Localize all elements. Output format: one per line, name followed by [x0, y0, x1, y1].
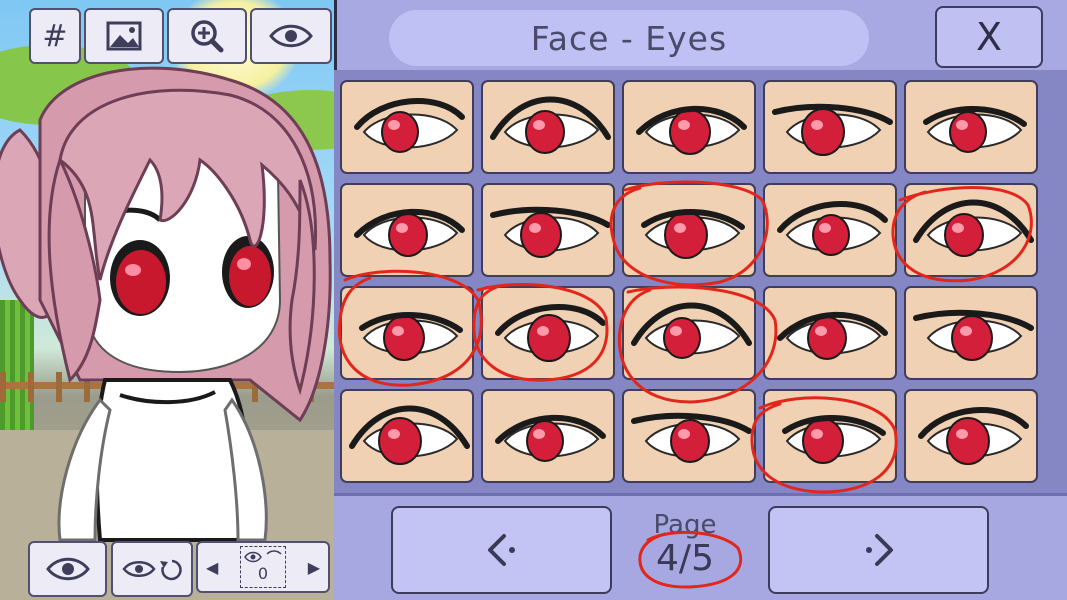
eye-style-icon [777, 311, 888, 360]
next-page-button[interactable] [768, 506, 989, 594]
eye-option-16[interactable] [340, 389, 474, 483]
eye-style-icon [631, 412, 752, 463]
eye-option-11[interactable] [340, 286, 474, 380]
zoom-button[interactable] [167, 8, 247, 64]
eye-style-icon [641, 209, 745, 259]
eye-style-icon [913, 199, 1034, 257]
grid-button-label: # [42, 18, 68, 54]
eye-style-icon [631, 302, 752, 359]
close-button[interactable]: X [935, 6, 1043, 68]
eye-option-18[interactable] [622, 389, 756, 483]
eye-style-icon [782, 415, 886, 464]
eye-style-icon [923, 106, 1027, 153]
layer-indicator: 0 [240, 546, 286, 588]
panel-title: Face - Eyes [389, 10, 869, 66]
grid-button[interactable]: # [29, 8, 81, 64]
eye-icon [269, 24, 313, 48]
eye-option-13[interactable] [622, 286, 756, 380]
eye-option-19[interactable] [763, 389, 897, 483]
eye-option-6[interactable] [340, 183, 474, 277]
eye-style-icon [772, 103, 893, 156]
eye-style-icon [777, 201, 888, 256]
character-figure [0, 66, 332, 542]
reset-view-button[interactable] [111, 541, 193, 597]
page-label: Page [653, 510, 717, 540]
eye-option-15[interactable] [904, 286, 1038, 380]
layer-selector: ◀ 0 ▶ [196, 541, 330, 593]
character-preview: # ◀ 0 ▶ [0, 0, 334, 600]
eye-icon [45, 557, 90, 581]
chevron-left-icon [487, 534, 515, 566]
eye-option-2[interactable] [481, 80, 615, 174]
eye-style-icon [354, 208, 465, 257]
eye-style-icon [918, 407, 1029, 465]
eye-icon [244, 550, 282, 563]
eye-style-icon [359, 312, 463, 361]
eye-reset-icon [122, 559, 182, 581]
previous-layer-arrow[interactable]: ◀ [206, 558, 218, 577]
eye-option-3[interactable] [622, 80, 756, 174]
eye-style-icon [495, 414, 606, 462]
eye-style-icon [490, 206, 611, 258]
eye-option-9[interactable] [763, 183, 897, 277]
zoom-in-icon [191, 20, 224, 53]
eye-option-12[interactable] [481, 286, 615, 380]
eye-option-10[interactable] [904, 183, 1038, 277]
eye-style-icon [349, 405, 470, 465]
image-icon [106, 21, 142, 51]
eye-option-8[interactable] [622, 183, 756, 277]
eye-option-20[interactable] [904, 389, 1038, 483]
eye-style-icon [490, 96, 611, 154]
page-number: 4/5 [656, 538, 714, 579]
eye-option-1[interactable] [340, 80, 474, 174]
background-image-button[interactable] [84, 8, 164, 64]
eye-option-4[interactable] [763, 80, 897, 174]
eye-style-icon [636, 105, 747, 155]
eye-option-7[interactable] [481, 183, 615, 277]
eye-style-icon [913, 309, 1034, 361]
eye-style-icon [354, 98, 465, 153]
previous-page-button[interactable] [391, 506, 612, 594]
eye-style-icon [495, 304, 606, 362]
eye-option-5[interactable] [904, 80, 1038, 174]
eye-option-14[interactable] [763, 286, 897, 380]
visibility-button[interactable] [250, 8, 332, 64]
layer-value: 0 [257, 564, 269, 583]
next-layer-arrow[interactable]: ▶ [308, 558, 320, 577]
eye-option-17[interactable] [481, 389, 615, 483]
toggle-visibility-button[interactable] [28, 541, 107, 597]
chevron-right-icon [865, 534, 893, 566]
